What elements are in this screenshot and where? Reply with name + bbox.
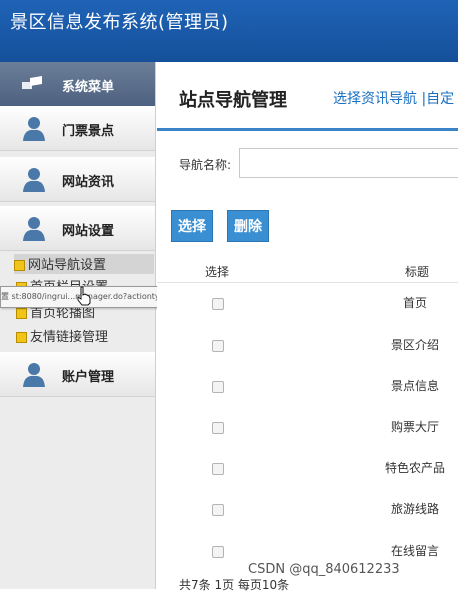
row-title: 景区介绍 (391, 338, 440, 352)
user-icon (23, 117, 45, 141)
sub-item-friend-links[interactable]: 友情链接管理 (16, 326, 108, 346)
user-icon (23, 168, 45, 192)
table-row: 购票大厅 (157, 420, 458, 462)
sidebar-header-label: 系统菜单 (62, 80, 115, 95)
row-checkbox[interactable] (212, 298, 224, 310)
pagination-info: 共7条 1页 每页10条 (179, 578, 290, 592)
table-row: 景区介绍 (157, 338, 458, 380)
sidebar-item-label: 网站设置 (62, 224, 115, 239)
row-title: 旅游线路 (391, 502, 440, 516)
sub-item-nav-settings[interactable]: 网站导航设置 (14, 254, 154, 274)
main-panel: 站点导航管理 选择资讯导航 |自定 导航名称: 选择 删除 选择 标题 首页 景… (157, 62, 458, 592)
header-links[interactable]: 选择资讯导航 |自定 (333, 88, 454, 108)
row-title: 首页 (403, 296, 428, 310)
column-header-select: 选择 (205, 265, 230, 279)
sidebar-item-news[interactable]: 网站资讯 (0, 157, 155, 202)
delete-button[interactable]: 删除 (227, 210, 269, 242)
table-row: 特色农产品 (157, 461, 458, 503)
sidebar-header: 系统菜单 (0, 62, 155, 106)
table-row: 旅游线路 (157, 502, 458, 544)
sub-item-label: 首页轮播图 (30, 306, 96, 321)
row-checkbox[interactable] (212, 422, 224, 434)
row-checkbox[interactable] (212, 340, 224, 352)
sub-item-label: 友情链接管理 (30, 330, 109, 345)
row-title: 购票大厅 (391, 420, 440, 434)
nav-name-input[interactable] (239, 148, 458, 178)
row-checkbox[interactable] (212, 381, 224, 393)
app-title: 景区信息发布系统(管理员) (10, 12, 229, 33)
watermark: CSDN @qq_840612233 (248, 562, 400, 577)
user-icon (23, 363, 45, 387)
table-row: 首页 (157, 296, 458, 338)
title-divider (157, 128, 458, 131)
sidebar-item-label: 账户管理 (62, 370, 115, 385)
row-checkbox[interactable] (212, 504, 224, 516)
flag-icon (22, 76, 42, 89)
page-title: 站点导航管理 (179, 90, 287, 111)
hand-cursor-icon (77, 286, 91, 306)
sidebar-item-tickets[interactable]: 门票景点 (0, 106, 155, 151)
bullet-icon (16, 332, 27, 343)
row-checkbox[interactable] (212, 463, 224, 475)
sidebar-item-label: 门票景点 (62, 124, 115, 139)
bullet-icon (14, 260, 25, 271)
sidebar-item-site-settings[interactable]: 网站设置 (0, 206, 155, 251)
table-header: 选择 标题 (157, 260, 458, 283)
sidebar-item-account[interactable]: 账户管理 (0, 352, 155, 397)
column-header-title: 标题 (405, 265, 430, 279)
row-checkbox[interactable] (212, 546, 224, 558)
top-banner: 景区信息发布系统(管理员) (0, 0, 458, 62)
bullet-icon (16, 308, 27, 319)
sidebar: 系统菜单 门票景点 网站资讯 网站设置 网站导航设置 首页栏目设置 首页轮播图 … (0, 62, 156, 589)
nav-name-label: 导航名称: (179, 158, 232, 172)
sidebar-item-label: 网站资讯 (62, 175, 115, 190)
table-row: 景点信息 (157, 379, 458, 421)
row-title: 特色农产品 (385, 461, 446, 475)
row-title: 在线留言 (391, 544, 440, 558)
sub-item-label: 网站导航设置 (28, 258, 107, 273)
select-button[interactable]: 选择 (171, 210, 213, 242)
user-icon (23, 217, 45, 241)
row-title: 景点信息 (391, 379, 440, 393)
